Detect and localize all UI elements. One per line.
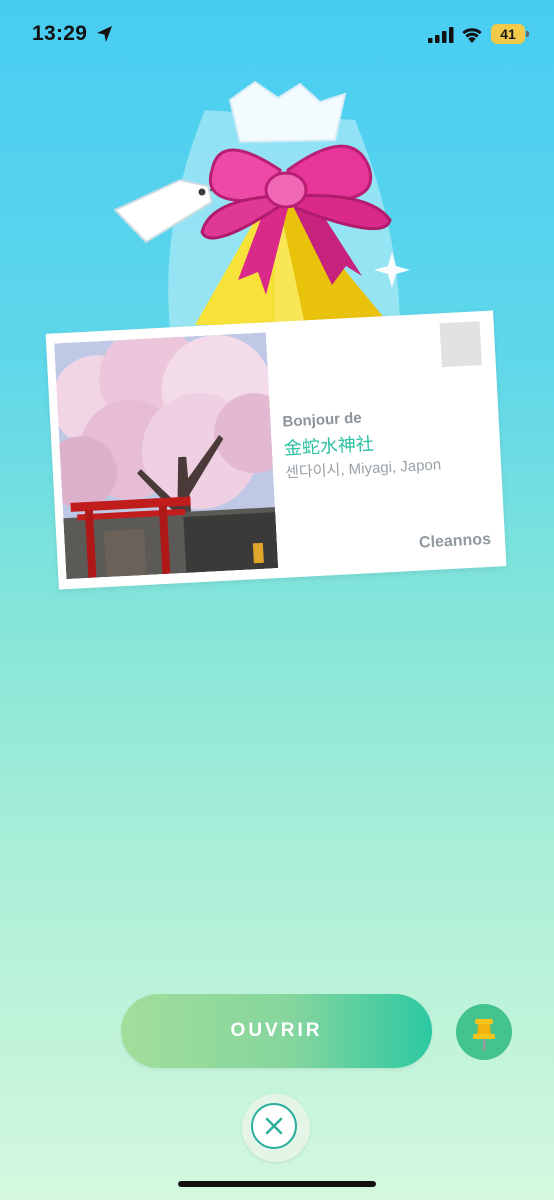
open-button-label: OUVRIR [230,1020,323,1041]
close-button-ring [251,1103,297,1149]
close-button[interactable] [242,1094,310,1162]
location-name: 金蛇水神社 [283,433,375,459]
location-arrow-icon [97,26,112,42]
ribbon-knot [264,171,308,209]
open-button[interactable]: OUVRIR [121,994,432,1068]
postcard[interactable]: Bonjour de 金蛇水神社 센다이시, Miyagi, Japon Cle… [45,310,507,590]
battery-icon: 41 [491,24,529,44]
close-icon [265,1117,283,1135]
sender-name: Cleannos [418,530,492,552]
gift-wrap-top [228,80,347,144]
status-time: 13:29 [32,22,88,45]
postcard-photo [54,332,279,580]
battery-body: 41 [491,24,525,44]
status-bar: 13:29 41 [0,0,554,70]
cherry-blossom-shrine-photo [54,332,279,580]
home-indicator [178,1181,376,1187]
from-label: Bonjour de [282,409,363,431]
battery-level: 41 [500,26,516,42]
pushpin-icon [473,1019,495,1051]
pin-button[interactable] [456,1004,512,1060]
wifi-icon [462,28,482,43]
postcard-stamp [439,321,482,368]
gift-illustration [113,80,410,330]
signal-icon [428,27,454,43]
battery-tip [526,31,529,37]
